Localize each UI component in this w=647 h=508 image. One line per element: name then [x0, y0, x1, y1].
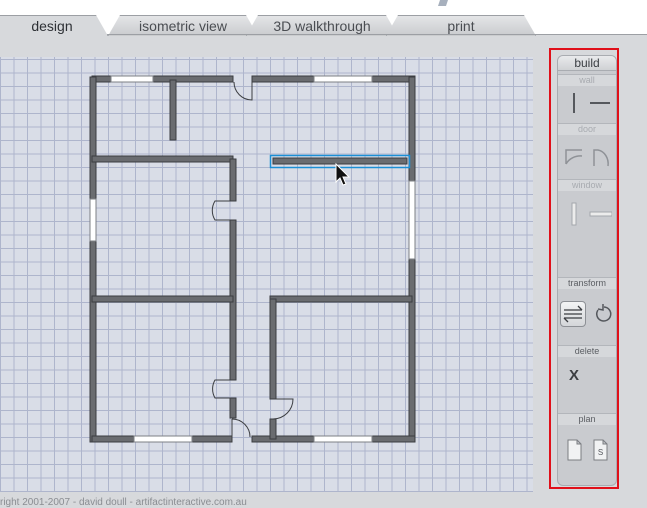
horizontal-wall-tool[interactable] [588, 90, 612, 116]
section-delete-label: delete [558, 345, 616, 357]
horizontal-window-icon [589, 211, 612, 217]
window-top-left[interactable] [110, 75, 154, 83]
cube-logo-icon [438, 0, 448, 6]
vertical-wall-tool[interactable] [562, 90, 586, 116]
horizontal-window-tool[interactable] [588, 201, 612, 227]
door-top[interactable] [233, 81, 253, 101]
window-right[interactable] [408, 180, 416, 260]
wall-interior-v-lower[interactable] [229, 397, 237, 419]
door-interior-lower[interactable] [212, 379, 233, 399]
right-door-tool[interactable] [588, 144, 612, 170]
flip-icon [563, 305, 583, 323]
tab-print[interactable]: print [386, 15, 536, 36]
door-bottom[interactable] [231, 418, 251, 438]
section-transform-label: transform [558, 277, 616, 289]
wall-interior-v-upper[interactable] [229, 158, 237, 202]
section-plan-label: plan [558, 413, 616, 425]
horizontal-wall-icon [590, 102, 610, 104]
save-plan-glyph: S [598, 448, 603, 457]
rotate-tool[interactable] [590, 301, 614, 327]
tab-design[interactable]: design [0, 15, 108, 36]
vertical-window-icon [571, 202, 577, 226]
wall-selected[interactable] [272, 157, 408, 165]
wall-interior-v-right-low[interactable] [269, 418, 277, 440]
delete-tool[interactable]: X [562, 363, 586, 389]
door-right-room[interactable] [272, 398, 294, 420]
section-window-label: window [558, 179, 616, 191]
tab-bar: design isometric view 3D walkthrough pri… [0, 0, 647, 35]
new-plan-icon [567, 439, 582, 461]
section-wall-label: wall [558, 74, 616, 86]
floor-plan[interactable] [0, 57, 533, 492]
tab-isometric-view[interactable]: isometric view [108, 15, 258, 36]
copyright-footer: right 2001-2007 - david doull - artifact… [0, 497, 247, 508]
window-left[interactable] [89, 198, 97, 242]
new-plan-tool[interactable] [562, 437, 586, 463]
wall-interior-v-right[interactable] [269, 298, 277, 400]
right-door-icon [593, 149, 609, 167]
window-top-right[interactable] [313, 75, 373, 83]
wall-left[interactable] [89, 76, 97, 443]
door-interior-upper[interactable] [211, 200, 233, 221]
vertical-window-tool[interactable] [562, 201, 586, 227]
window-bottom-left[interactable] [133, 435, 193, 443]
vertical-wall-icon [573, 93, 575, 113]
left-door-icon [565, 149, 583, 165]
window-bottom-right[interactable] [313, 435, 373, 443]
design-canvas[interactable] [0, 57, 533, 492]
rotate-icon [596, 304, 612, 322]
wall-interior-h1[interactable] [91, 155, 234, 163]
left-door-tool[interactable] [562, 144, 586, 170]
wall-interior-stub[interactable] [169, 79, 177, 141]
build-tool-panel: build wall door window transform delete … [557, 55, 617, 486]
section-door-label: door [558, 123, 616, 135]
wall-interior-h2[interactable] [91, 295, 234, 303]
wall-interior-h3[interactable] [269, 295, 413, 303]
save-plan-icon: S [593, 439, 608, 461]
flip-tool[interactable] [560, 301, 586, 327]
tab-3d-walkthrough[interactable]: 3D walkthrough [246, 15, 398, 36]
save-plan-tool[interactable]: S [590, 437, 614, 463]
build-header: build [558, 56, 616, 71]
